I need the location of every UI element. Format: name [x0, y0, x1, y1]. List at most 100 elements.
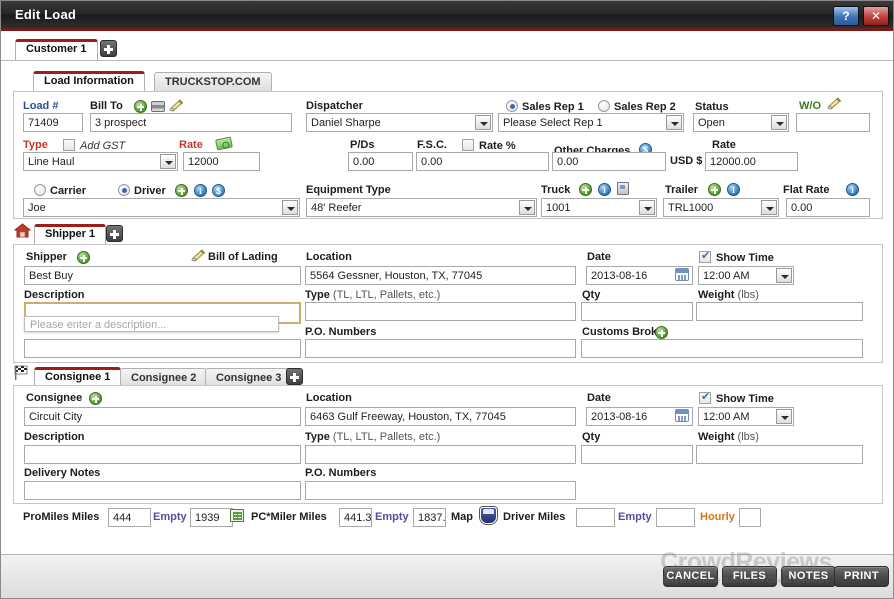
add-truck-icon[interactable] [579, 183, 592, 196]
edit-wo-icon[interactable] [827, 97, 842, 110]
pcmiler-input[interactable]: 441.3 [339, 508, 372, 527]
calendar-icon[interactable] [675, 409, 689, 422]
equipment-type-select[interactable]: 48' Reefer [306, 198, 537, 217]
consignee-qty-input[interactable] [581, 445, 693, 464]
close-button[interactable]: ✕ [863, 6, 889, 26]
load-number-input[interactable]: 71409 [23, 113, 83, 132]
print-button[interactable]: PRINT [834, 566, 889, 587]
chevron-down-icon [160, 154, 176, 169]
add-bill-to-icon[interactable] [134, 100, 147, 113]
files-button[interactable]: FILES [722, 566, 777, 587]
equipment-type-label: Equipment Type [306, 184, 391, 196]
truck-select[interactable]: 1001 [541, 198, 657, 217]
driver-empty-input[interactable] [656, 508, 695, 527]
sales-rep-select[interactable]: Please Select Rep 1 [498, 113, 684, 132]
calendar-icon[interactable] [675, 268, 689, 281]
shipper-location-input[interactable]: 5564 Gessner, Houston, TX, 77045 [305, 266, 576, 285]
fuel-icon[interactable] [617, 182, 629, 195]
dispatcher-select[interactable]: Daniel Sharpe [306, 113, 493, 132]
bill-of-lading-icon[interactable] [191, 249, 206, 262]
consignee-description-input[interactable] [24, 445, 301, 464]
consignee-label: Consignee [26, 392, 82, 404]
tab-customer-1[interactable]: Customer 1 [15, 39, 98, 60]
shipper-input[interactable]: Best Buy [24, 266, 301, 285]
consignee-input[interactable]: Circuit City [24, 407, 301, 426]
other-charges-input[interactable]: 0.00 [552, 152, 666, 171]
consignee-show-time-checkbox[interactable] [699, 392, 711, 404]
shipper-weight-input[interactable] [696, 302, 863, 321]
interstate-shield-icon[interactable] [480, 507, 497, 524]
flat-rate-info-icon[interactable]: i [846, 183, 859, 196]
driver-pay-icon[interactable]: $ [212, 184, 225, 197]
promiles-input[interactable]: 444 [108, 508, 151, 527]
shipper-qty-input[interactable] [581, 302, 693, 321]
status-select[interactable]: Open [693, 113, 789, 132]
truck-info-icon[interactable]: i [598, 183, 611, 196]
pcmiler-empty-input[interactable]: 1837. [413, 508, 446, 527]
consignee-location-label: Location [306, 392, 352, 404]
edit-bill-to-icon[interactable] [169, 99, 184, 112]
add-customs-broker-icon[interactable] [655, 326, 668, 339]
cancel-button[interactable]: CANCEL [663, 566, 718, 587]
shipper-time-select[interactable]: 12:00 AM [698, 266, 794, 285]
customs-broker-input[interactable] [581, 339, 863, 358]
tab-shipper-1[interactable]: Shipper 1 [34, 224, 106, 245]
consignee-location-input[interactable]: 6463 Gulf Freeway, Houston, TX, 77045 [305, 407, 576, 426]
wo-label: W/O [799, 100, 821, 112]
promiles-empty-input[interactable]: 1939 [190, 508, 233, 527]
type-select[interactable]: Line Haul [23, 152, 178, 171]
shipper-po-numbers-input[interactable] [305, 339, 576, 358]
sales-rep-2-radio[interactable] [598, 100, 610, 112]
shipper-show-time-checkbox[interactable] [699, 251, 711, 263]
status-label: Status [695, 101, 729, 113]
print-bill-to-icon[interactable] [151, 101, 165, 112]
driver-miles-input[interactable] [576, 508, 615, 527]
pds-input[interactable]: 0.00 [348, 152, 413, 171]
sales-rep-2-label: Sales Rep 2 [614, 101, 676, 113]
tab-load-information[interactable]: Load Information [33, 71, 145, 92]
bill-of-lading-label[interactable]: Bill of Lading [208, 251, 278, 263]
trailer-select[interactable]: TRL1000 [663, 198, 779, 217]
consignee-type-input[interactable] [305, 445, 576, 464]
add-consignee-button[interactable] [286, 368, 303, 385]
shipper-pickup-notes-input[interactable] [24, 339, 301, 358]
add-trailer-icon[interactable] [708, 183, 721, 196]
rate-right-input[interactable]: 12000.00 [705, 152, 798, 171]
add-customer-button[interactable] [100, 40, 117, 57]
rate-left-input[interactable]: 12000 [183, 152, 260, 171]
wo-input[interactable] [796, 113, 870, 132]
consignee-show-time-label: Show Time [716, 393, 774, 405]
consignee-weight-input[interactable] [696, 445, 863, 464]
miles-grid-icon[interactable] [230, 509, 244, 522]
driver-radio[interactable] [118, 184, 130, 196]
consignee-time-select[interactable]: 12:00 AM [698, 407, 794, 426]
add-shipper-button[interactable] [106, 225, 123, 242]
sales-rep-1-radio[interactable] [506, 100, 518, 112]
add-shipper-icon[interactable] [77, 251, 90, 264]
hourly-input[interactable] [739, 508, 761, 527]
shipper-type-input[interactable] [305, 302, 576, 321]
add-gst-label: Add GST [80, 140, 125, 152]
help-button[interactable]: ? [833, 6, 859, 26]
shipper-weight-label-text: Weight [698, 289, 734, 301]
bill-to-input[interactable]: 3 prospect [90, 113, 292, 132]
carrier-radio[interactable] [34, 184, 46, 196]
tab-truckstop-label: TRUCKSTOP.COM [165, 76, 261, 88]
add-gst-checkbox[interactable] [63, 139, 75, 151]
bill-to-label: Bill To [90, 100, 123, 112]
shipper-description-label: Description [24, 289, 85, 301]
rate-percent-checkbox[interactable] [462, 139, 474, 151]
notes-button[interactable]: NOTES [781, 566, 836, 587]
flat-rate-input[interactable]: 0.00 [786, 198, 870, 217]
trailer-info-icon[interactable]: i [727, 183, 740, 196]
consignee-po-numbers-input[interactable] [305, 481, 576, 500]
consignee-type-label-text: Type [305, 431, 330, 443]
fsc-label: F.S.C. [417, 139, 447, 151]
delivery-notes-input[interactable] [24, 481, 301, 500]
add-driver-icon[interactable] [175, 184, 188, 197]
fsc-input[interactable]: 0.00 [416, 152, 549, 171]
add-consignee-icon[interactable] [89, 392, 102, 405]
driver-info-icon[interactable]: i [194, 184, 207, 197]
driver-select[interactable]: Joe [23, 198, 300, 217]
tab-truckstop[interactable]: TRUCKSTOP.COM [154, 72, 272, 93]
